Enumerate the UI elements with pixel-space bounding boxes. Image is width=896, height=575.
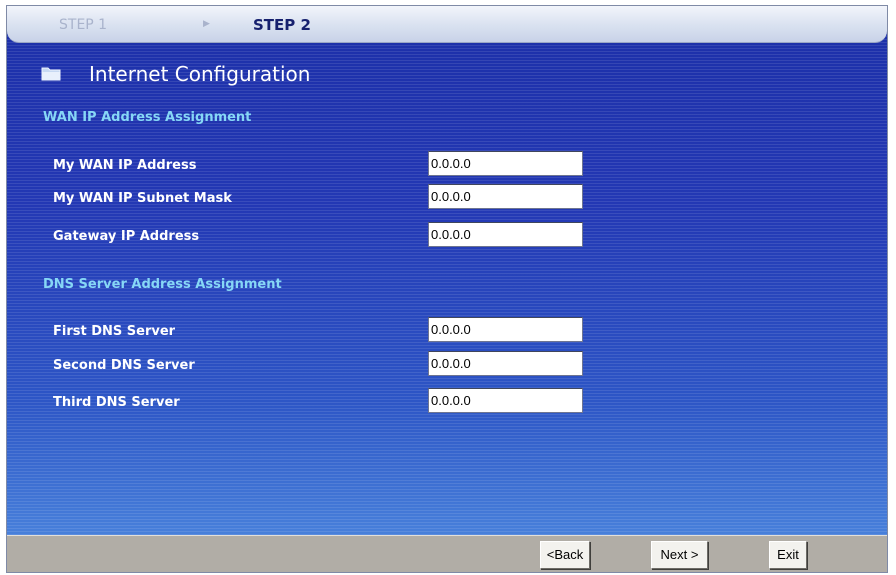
second-dns-server-label: Second DNS Server <box>53 358 195 373</box>
dns-section-title: DNS Server Address Assignment <box>43 277 282 292</box>
wan-subnet-mask-label: My WAN IP Subnet Mask <box>53 191 232 206</box>
triangle-right-icon: ▶ <box>203 19 210 29</box>
exit-button[interactable]: Exit <box>769 541 807 569</box>
wan-ip-address-label: My WAN IP Address <box>53 158 197 173</box>
first-dns-server-label: First DNS Server <box>53 324 176 339</box>
first-dns-server-input[interactable] <box>428 317 583 342</box>
wan-subnet-mask-input[interactable] <box>428 184 583 209</box>
gateway-ip-address-label: Gateway IP Address <box>53 229 200 244</box>
step-bar: STEP 1 ▶ STEP 2 <box>7 6 887 43</box>
wan-ip-address-input[interactable] <box>428 151 583 176</box>
wizard-window: STEP 1 ▶ STEP 2 Internet Configuration W… <box>6 5 888 573</box>
third-dns-server-input[interactable] <box>428 388 583 413</box>
page-title: Internet Configuration <box>89 62 311 86</box>
footer-bar: <Back Next > Exit <box>7 535 887 572</box>
step-2-label: STEP 2 <box>253 16 311 34</box>
back-button[interactable]: <Back <box>540 541 590 569</box>
second-dns-server-input[interactable] <box>428 351 583 376</box>
step-1-label[interactable]: STEP 1 <box>59 17 107 33</box>
next-button[interactable]: Next > <box>651 541 708 569</box>
folder-icon <box>41 67 61 81</box>
gateway-ip-address-input[interactable] <box>428 222 583 247</box>
third-dns-server-label: Third DNS Server <box>53 395 180 410</box>
wan-section-title: WAN IP Address Assignment <box>43 110 252 125</box>
